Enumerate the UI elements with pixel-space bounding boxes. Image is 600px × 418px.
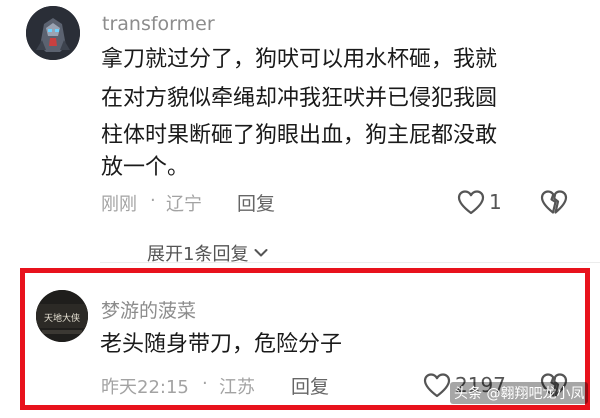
comment-location: 江苏 <box>219 377 255 398</box>
like-button[interactable] <box>457 189 487 215</box>
meta-separator: · <box>150 190 156 211</box>
avatar-calligraphy-text: 天地大侠 <box>44 312 80 324</box>
avatar[interactable]: 天地大侠 <box>36 290 88 342</box>
like-button[interactable] <box>423 372 453 398</box>
comment-username[interactable]: transformer <box>102 13 215 35</box>
avatar[interactable] <box>26 6 80 60</box>
calligraphy-avatar-image: 天地大侠 <box>36 290 88 342</box>
comment-text-line: 放一个。 <box>101 155 190 180</box>
reply-button[interactable]: 回复 <box>291 372 329 399</box>
comment-text-line: 老头随身带刀，危险分子 <box>100 332 343 357</box>
like-count: 1 <box>489 190 502 214</box>
watermark: 头条 @翱翔吧龙小凤 <box>450 382 589 404</box>
heart-outline-icon <box>457 190 485 215</box>
robot-avatar-image <box>26 6 80 60</box>
comment-time: 刚刚 <box>101 194 137 215</box>
meta-separator: · <box>202 373 208 394</box>
comment-username[interactable]: 梦游的菠菜 <box>101 296 196 323</box>
divider <box>100 262 600 263</box>
broken-heart-icon <box>540 190 568 214</box>
reply-button[interactable]: 回复 <box>237 189 275 216</box>
dislike-button[interactable] <box>540 189 570 215</box>
heart-outline-icon <box>423 373 451 398</box>
comment-text-line: 拿刀就过分了，狗吠可以用水杯砸，我就 <box>101 47 498 72</box>
comment-text-line: 在对方貌似牵绳却冲我狂吠并已侵犯我圆 <box>101 86 498 111</box>
comment-time: 昨天22:15 <box>101 377 189 398</box>
chevron-down-icon <box>254 249 268 257</box>
comment-location: 辽宁 <box>166 194 202 215</box>
